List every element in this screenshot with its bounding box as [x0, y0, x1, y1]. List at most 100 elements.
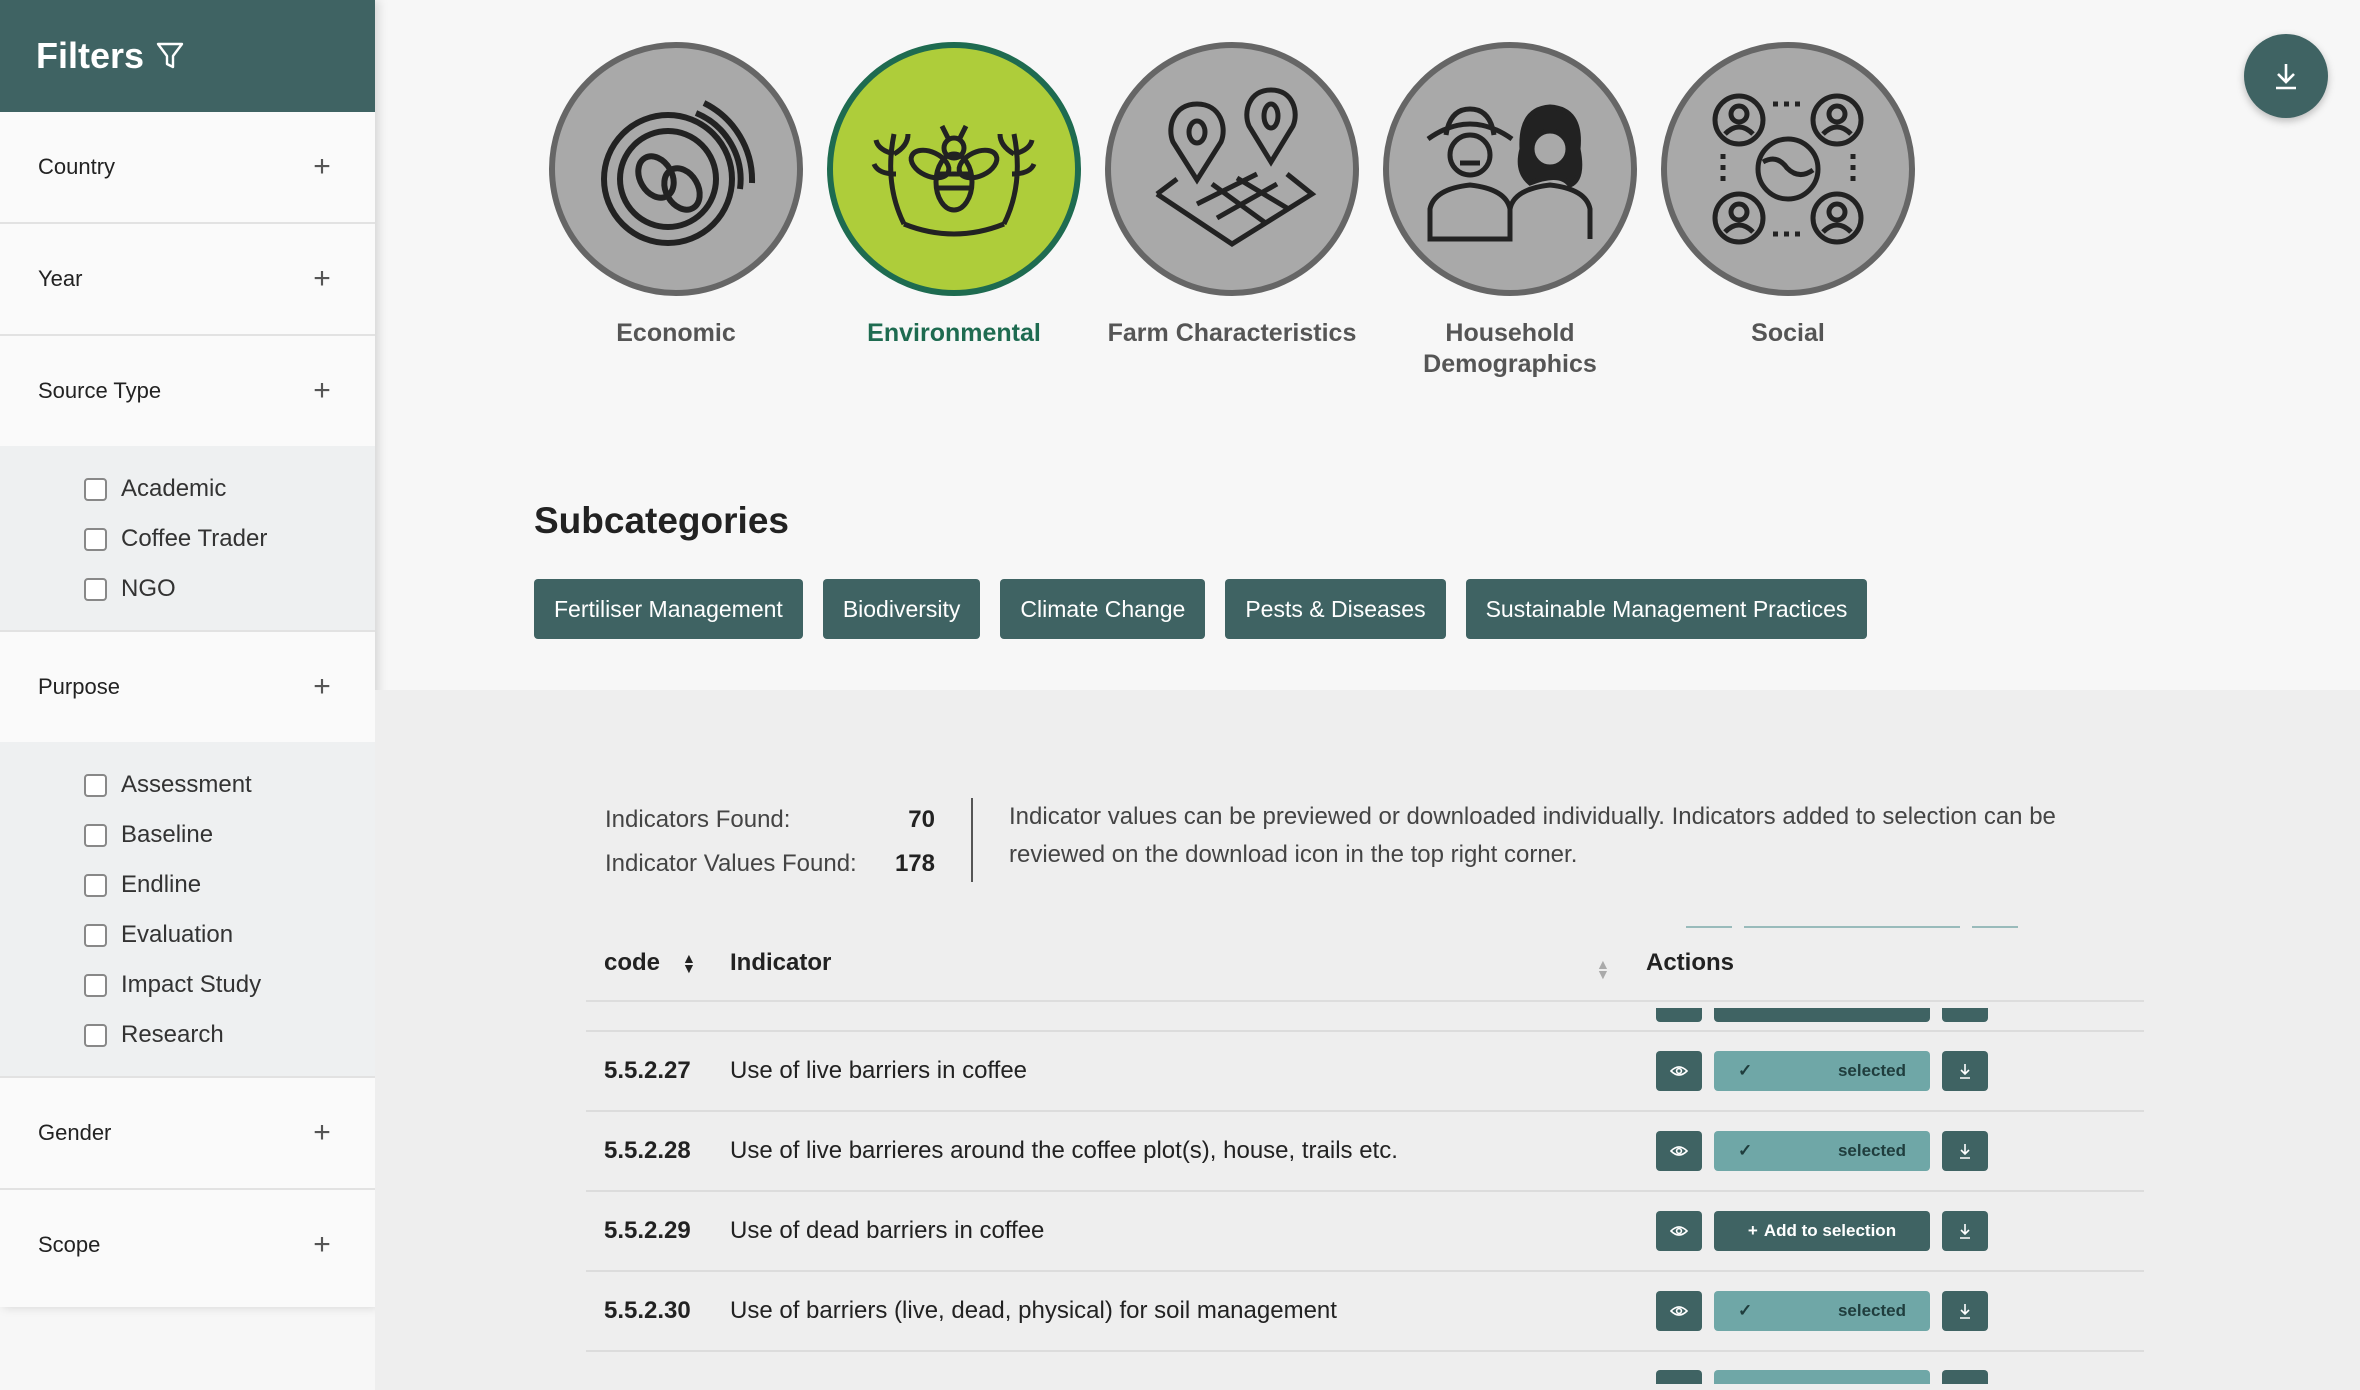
- checkbox[interactable]: [84, 873, 107, 897]
- filters-title: Filters: [36, 35, 145, 76]
- category-label: Social: [1751, 319, 1825, 347]
- plus-icon[interactable]: +: [307, 1116, 337, 1150]
- sort-icon[interactable]: ▲ ▼: [1596, 948, 1610, 981]
- subcategories-title: Subcategories: [534, 500, 789, 541]
- option-ngo[interactable]: NGO: [84, 564, 375, 614]
- chip-sustainable-management-practices[interactable]: Sustainable Management Practices: [1465, 579, 1868, 639]
- button-stub: [1714, 1370, 1930, 1384]
- category-social[interactable]: Social: [1661, 42, 1915, 349]
- row-download-button[interactable]: [1942, 1131, 1988, 1171]
- chip-climate-change[interactable]: Climate Change: [1000, 579, 1206, 639]
- preview-button[interactable]: [1656, 1131, 1702, 1171]
- row-actions: + Add to selection: [1656, 1211, 1988, 1251]
- plus-icon[interactable]: +: [307, 150, 337, 184]
- chip-fertiliser-management[interactable]: Fertiliser Management: [534, 579, 803, 639]
- filter-country: Country +: [0, 112, 375, 224]
- row-actions: ✓ selected: [1656, 1291, 1988, 1331]
- eye-icon: [1670, 1306, 1688, 1316]
- info-text: Indicator values can be previewed or dow…: [1009, 803, 2056, 868]
- option-endline[interactable]: Endline: [84, 860, 375, 910]
- table-row: 5.5.2.28 Use of live barrieres around th…: [586, 1112, 2144, 1192]
- filter-purpose-toggle[interactable]: Purpose +: [0, 632, 375, 742]
- checkbox[interactable]: [84, 477, 107, 501]
- table-row: 5.5.2.30 Use of barriers (live, dead, ph…: [586, 1272, 2144, 1352]
- checkbox[interactable]: [84, 527, 107, 551]
- map-pin-icon[interactable]: [1105, 42, 1359, 296]
- preview-button[interactable]: [1656, 1291, 1702, 1331]
- check-icon: ✓: [1738, 1301, 1753, 1320]
- plus-icon[interactable]: +: [307, 670, 337, 704]
- selection-toggle-button[interactable]: ✓ selected: [1714, 1051, 1930, 1091]
- option-academic[interactable]: Academic: [84, 464, 375, 514]
- row-actions: ✓ selected: [1656, 1131, 1988, 1171]
- option-evaluation[interactable]: Evaluation: [84, 910, 375, 960]
- option-label: Coffee Trader: [121, 525, 268, 552]
- table-header: code ▲ ▼ Indicator ▲ ▼ Actions: [586, 926, 2144, 1002]
- option-label: NGO: [121, 575, 176, 602]
- checkbox[interactable]: [84, 823, 107, 847]
- sort-icon[interactable]: ▲ ▼: [682, 951, 696, 975]
- column-code[interactable]: code ▲ ▼: [604, 949, 696, 977]
- filter-gender-toggle[interactable]: Gender +: [0, 1078, 375, 1188]
- people-icon[interactable]: [1383, 42, 1637, 296]
- preview-button[interactable]: [1656, 1211, 1702, 1251]
- filters-sidebar: Filters Country + Year + Source Type + A…: [0, 0, 375, 1307]
- row-download-button[interactable]: [1942, 1051, 1988, 1091]
- filter-year-toggle[interactable]: Year +: [0, 224, 375, 334]
- filter-country-toggle[interactable]: Country +: [0, 112, 375, 222]
- option-label: Impact Study: [121, 971, 262, 998]
- column-indicator[interactable]: Indicator: [730, 949, 831, 977]
- row-code: 5.5.2.27: [604, 1057, 691, 1084]
- option-assessment[interactable]: Assessment: [84, 760, 375, 810]
- indicators-found: Indicators Found: 70: [605, 798, 935, 842]
- preview-button[interactable]: [1656, 1051, 1702, 1091]
- stat-value: 70: [908, 806, 935, 833]
- checkbox[interactable]: [84, 973, 107, 997]
- option-baseline[interactable]: Baseline: [84, 810, 375, 860]
- option-label: Baseline: [121, 821, 214, 848]
- globe-people-icon[interactable]: [1661, 42, 1915, 296]
- category-economic[interactable]: Economic: [549, 42, 803, 349]
- filter-scope-toggle[interactable]: Scope +: [0, 1190, 375, 1300]
- filter-label: Gender: [38, 1120, 112, 1145]
- checkbox[interactable]: [84, 1023, 107, 1047]
- checkbox[interactable]: [84, 773, 107, 797]
- option-coffee-trader[interactable]: Coffee Trader: [84, 514, 375, 564]
- chip-biodiversity[interactable]: Biodiversity: [822, 579, 981, 639]
- stat-label: Indicator Values Found:: [605, 850, 857, 877]
- download-selection-button[interactable]: [2244, 34, 2328, 118]
- plus-icon[interactable]: +: [307, 374, 337, 408]
- checkbox[interactable]: [84, 923, 107, 947]
- filter-source-type: Source Type + Academic Coffee Trader NGO: [0, 336, 375, 632]
- plus-icon[interactable]: +: [307, 1228, 337, 1262]
- check-icon: ✓: [1738, 1061, 1753, 1080]
- filter-source-type-toggle[interactable]: Source Type +: [0, 336, 375, 446]
- add-to-selection-button[interactable]: + Add to selection: [1714, 1211, 1930, 1251]
- main-content: Economic Environmental Farm Characterist…: [375, 0, 2360, 1390]
- category-household-demographics[interactable]: Household Demographics: [1383, 42, 1637, 380]
- indicators-table: code ▲ ▼ Indicator ▲ ▼ Actions 5.5.2.27 Us…: [586, 926, 2144, 1384]
- selection-label: selected: [1837, 1061, 1906, 1080]
- coffee-bean-icon[interactable]: [549, 42, 803, 296]
- download-icon: [2276, 64, 2296, 90]
- row-download-button[interactable]: [1942, 1211, 1988, 1251]
- row-download-button[interactable]: [1942, 1291, 1988, 1331]
- selection-toggle-button[interactable]: ✓ selected: [1714, 1291, 1930, 1331]
- filter-label: Source Type: [38, 378, 162, 403]
- table-row-partial: [586, 1002, 2144, 1032]
- filter-scope: Scope +: [0, 1190, 375, 1300]
- plus-icon[interactable]: +: [307, 262, 337, 296]
- scroll-stub: [1972, 926, 2018, 928]
- option-research[interactable]: Research: [84, 1010, 375, 1060]
- filter-label: Purpose: [38, 674, 120, 699]
- option-label: Evaluation: [121, 921, 234, 948]
- filters-header: Filters: [0, 0, 375, 112]
- column-actions: Actions: [1646, 949, 1735, 976]
- selection-toggle-button[interactable]: ✓ selected: [1714, 1131, 1930, 1171]
- option-impact-study[interactable]: Impact Study: [84, 960, 375, 1010]
- checkbox[interactable]: [84, 577, 107, 601]
- chip-pests-diseases[interactable]: Pests & Diseases: [1225, 579, 1446, 639]
- category-environmental[interactable]: Environmental: [827, 42, 1081, 349]
- bee-icon[interactable]: [827, 42, 1081, 296]
- category-farm-characteristics[interactable]: Farm Characteristics: [1105, 42, 1359, 349]
